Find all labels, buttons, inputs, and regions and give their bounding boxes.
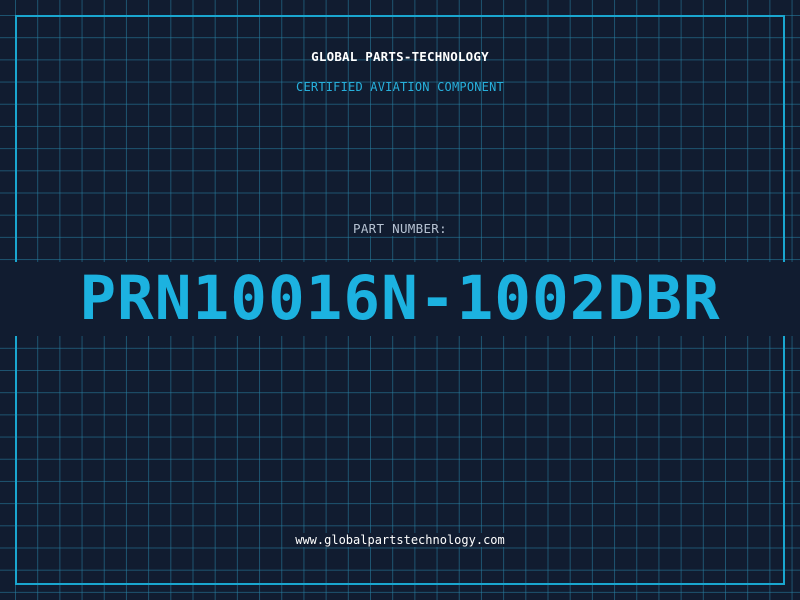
website-container: www.globalpartstechnology.com: [0, 531, 800, 549]
tagline: CERTIFIED AVIATION COMPONENT: [296, 80, 504, 94]
brand-name: GLOBAL PARTS-TECHNOLOGY: [311, 49, 489, 64]
part-number-value: PRN10016N-1002DBR: [79, 263, 721, 334]
website-url: www.globalpartstechnology.com: [293, 533, 507, 547]
blueprint-canvas: GLOBAL PARTS-TECHNOLOGY CERTIFIED AVIATI…: [0, 0, 800, 600]
part-number-label: PART NUMBER:: [350, 221, 450, 236]
part-label-container: PART NUMBER:: [0, 220, 800, 238]
